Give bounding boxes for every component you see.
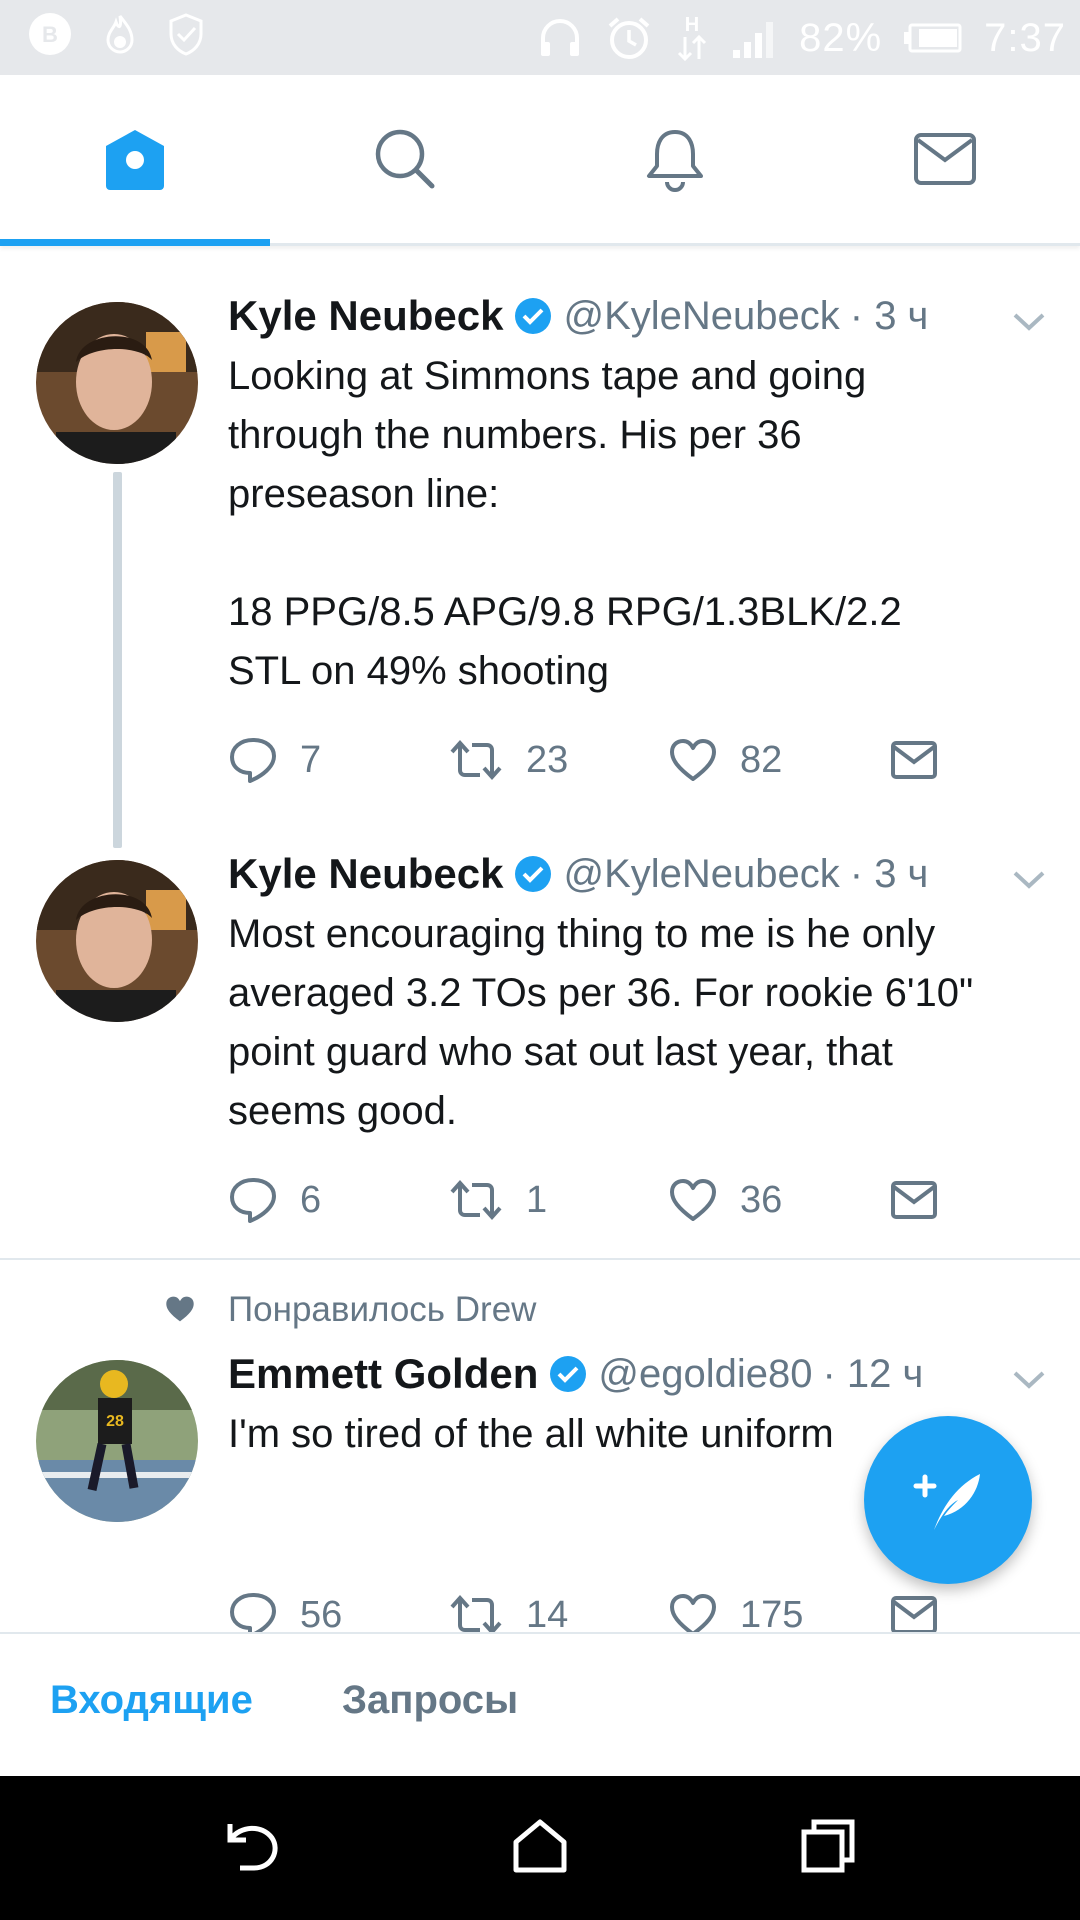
mail-icon	[891, 741, 937, 779]
tab-inbox[interactable]: Входящие	[50, 1678, 253, 1723]
svg-text:B: B	[42, 22, 58, 47]
retweet-count: 23	[526, 738, 569, 781]
tweet-header: Emmett Golden @egoldie80 · 12 ч	[228, 1350, 923, 1398]
retweet-count: 1	[526, 1178, 548, 1221]
avatar[interactable]	[36, 860, 198, 1022]
active-tab-indicator	[0, 239, 270, 246]
tweet-actions: 7 23 82	[228, 730, 1028, 790]
mail-icon	[891, 1181, 937, 1219]
tweet-actions: 6 1 36	[228, 1170, 1028, 1230]
reply-button[interactable]: 6	[228, 1170, 321, 1230]
author-name[interactable]: Emmett Golden	[228, 1350, 538, 1398]
svg-text:28: 28	[106, 1413, 124, 1430]
like-button[interactable]: 36	[668, 1170, 782, 1230]
fire-icon	[106, 15, 134, 54]
thread-line	[113, 472, 122, 848]
verified-icon	[515, 298, 552, 334]
heart-icon	[670, 1179, 716, 1221]
author-name[interactable]: Kyle Neubeck	[228, 850, 503, 898]
system-navigation-bar	[0, 1776, 1080, 1920]
compose-feather-icon	[913, 1474, 980, 1530]
like-count: 82	[740, 738, 783, 781]
home-outline-icon[interactable]	[510, 1816, 570, 1876]
chevron-down-icon[interactable]	[1012, 312, 1046, 332]
bell-icon	[647, 130, 703, 192]
mail-icon	[891, 1596, 937, 1634]
reply-count: 56	[300, 1593, 343, 1636]
home-icon	[106, 130, 164, 190]
retweet-button[interactable]: 23	[448, 730, 568, 790]
data-h-icon: H	[678, 14, 707, 62]
tab-home[interactable]	[0, 75, 270, 243]
avatar[interactable]: 28	[36, 1360, 198, 1522]
author-handle[interactable]: @egoldie80	[598, 1352, 812, 1397]
like-count: 36	[740, 1178, 783, 1221]
back-icon[interactable]	[222, 1816, 282, 1876]
tab-search[interactable]	[270, 75, 540, 243]
shield-check-icon	[169, 13, 203, 56]
verified-icon	[550, 1356, 587, 1392]
svg-text:H: H	[685, 14, 699, 36]
dm-share-button[interactable]	[890, 1170, 938, 1230]
tweet-header: Kyle Neubeck @KyleNeubeck · 3 ч	[228, 850, 928, 898]
dm-share-button[interactable]	[890, 730, 938, 790]
vk-icon: B	[29, 13, 71, 55]
heart-icon	[670, 739, 716, 781]
tab-notifications[interactable]	[540, 75, 810, 243]
compose-tweet-button[interactable]	[864, 1416, 1032, 1584]
tweet-divider	[0, 1258, 1080, 1260]
search-icon	[375, 129, 435, 189]
recents-icon[interactable]	[798, 1816, 858, 1876]
battery-icon	[904, 23, 962, 53]
retweet-button[interactable]: 1	[448, 1170, 547, 1230]
clock: 7:37	[984, 15, 1066, 60]
reply-button[interactable]: 7	[228, 730, 321, 790]
retweet-icon	[450, 739, 502, 781]
reply-count: 6	[300, 1178, 322, 1221]
reply-icon	[230, 738, 276, 783]
author-handle[interactable]: @KyleNeubeck	[563, 294, 839, 339]
tab-requests[interactable]: Запросы	[342, 1678, 518, 1723]
status-bar: B H 82% 7:37	[0, 0, 1080, 75]
liked-heart-icon	[166, 1296, 194, 1322]
tweet-text: Most encouraging thing to me is he only …	[228, 912, 974, 1133]
tweet-text: Looking at Simmons tape and going throug…	[228, 354, 902, 693]
avatar[interactable]	[36, 302, 198, 464]
chevron-down-icon[interactable]	[1012, 1370, 1046, 1390]
battery-percent: 82%	[799, 15, 883, 60]
reply-icon	[230, 1178, 276, 1223]
messages-tabs: Входящие Запросы	[0, 1632, 1080, 1778]
like-count: 175	[740, 1593, 804, 1636]
signal-icon	[733, 22, 774, 58]
retweet-count: 14	[526, 1593, 569, 1636]
retweet-icon	[450, 1594, 502, 1636]
mail-icon	[914, 133, 976, 185]
tweet-header: Kyle Neubeck @KyleNeubeck · 3 ч	[228, 292, 928, 340]
author-handle[interactable]: @KyleNeubeck	[563, 852, 839, 897]
top-tab-bar	[0, 75, 1080, 246]
tab-messages[interactable]	[810, 75, 1080, 243]
author-name[interactable]: Kyle Neubeck	[228, 292, 503, 340]
tweet-time: · 3 ч	[849, 851, 929, 896]
tweet-time: · 12 ч	[822, 1351, 924, 1396]
like-button[interactable]: 82	[668, 730, 782, 790]
liked-by-label[interactable]: Понравилось Drew	[228, 1290, 536, 1330]
tweet-time: · 3 ч	[849, 293, 929, 338]
retweet-icon	[450, 1179, 502, 1221]
headphones-icon	[541, 19, 580, 56]
alarm-icon	[608, 17, 650, 59]
verified-icon	[515, 856, 552, 892]
reply-count: 7	[300, 738, 322, 781]
chevron-down-icon[interactable]	[1012, 870, 1046, 890]
